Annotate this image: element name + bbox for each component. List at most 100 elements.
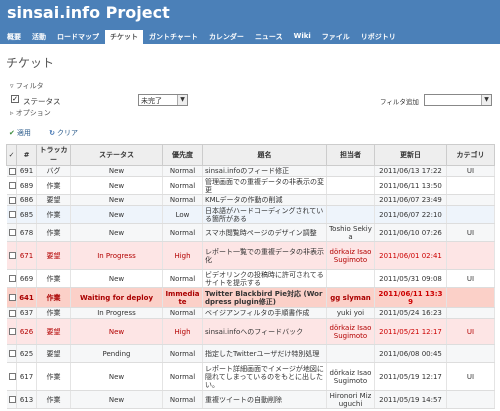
issue-id-link[interactable]: 689 xyxy=(16,176,37,195)
assignee-link[interactable] xyxy=(326,176,375,195)
menu-tab[interactable]: リポジトリ xyxy=(356,30,401,44)
issue-subject-link[interactable]: 重複ツイートの自動削除 xyxy=(202,390,327,409)
issue-subject-link[interactable]: 日本語がハードコーディングされている箇所がある xyxy=(202,205,327,224)
col-header-subject[interactable]: 題名 xyxy=(202,144,327,166)
row-checkbox-cell xyxy=(6,390,17,409)
apply-link[interactable]: ✔ 適用 xyxy=(9,129,39,137)
col-header-category[interactable]: カテゴリ xyxy=(446,144,495,166)
row-checkbox[interactable] xyxy=(8,350,16,357)
issue-subject-link[interactable]: sinsai.infoのフィード修正 xyxy=(202,165,327,177)
row-checkbox-cell xyxy=(6,165,17,177)
row-checkbox[interactable] xyxy=(8,294,16,301)
issue-id-link[interactable]: 625 xyxy=(16,344,37,363)
issue-id-link[interactable]: 671 xyxy=(16,241,37,270)
col-header-tracker[interactable]: トラッカー xyxy=(36,144,71,166)
col-header-id[interactable]: # xyxy=(16,144,37,166)
assignee-link[interactable] xyxy=(326,344,375,363)
row-checkbox[interactable] xyxy=(8,182,16,189)
table-row[interactable]: 625 要望 Pending Normal 指定したTwitterユーザだけ特別処理 20… xyxy=(6,344,495,363)
col-header-assignee[interactable]: 担当者 xyxy=(326,144,375,166)
table-row[interactable]: 641 作業 Waiting for deploy Immediate Twitter … xyxy=(6,287,495,308)
issue-subject-link[interactable]: ビデオリンクの投稿時に許可されてるサイトを提示する xyxy=(202,269,327,288)
row-checkbox[interactable] xyxy=(8,229,16,236)
assignee-link[interactable]: Toshio Sekiya xyxy=(326,223,375,242)
row-checkbox[interactable] xyxy=(8,373,16,380)
assignee-link[interactable]: dörkaiz Isao Sugimoto xyxy=(326,241,375,270)
menu-tab[interactable]: ニュース xyxy=(250,30,288,44)
issue-subject-link[interactable]: スマホ閲覧時ページのデザイン調整 xyxy=(202,223,327,242)
select-all-checkbox[interactable]: ✓ xyxy=(6,144,17,166)
filter-legend[interactable]: ▿ フィルタ xyxy=(10,81,494,91)
menu-tab[interactable]: ファイル xyxy=(317,30,355,44)
issue-id-link[interactable]: 617 xyxy=(16,362,37,391)
assignee-link[interactable] xyxy=(326,165,375,177)
issue-id-link[interactable]: 613 xyxy=(16,390,37,409)
issue-subject-link[interactable]: 指定したTwitterユーザだけ特別処理 xyxy=(202,344,327,363)
assignee-link[interactable] xyxy=(326,269,375,288)
issue-id-link[interactable]: 686 xyxy=(16,194,37,206)
row-checkbox[interactable] xyxy=(8,309,16,317)
issue-subject-link[interactable]: sinsai.infoへのフィードバック xyxy=(202,318,327,345)
assignee-link[interactable] xyxy=(326,194,375,206)
menu-tab[interactable]: Wiki xyxy=(289,30,316,44)
table-row[interactable]: 669 作業 New Normal ビデオリンクの投稿時に許可されてるサイトを提示する 2… xyxy=(6,269,495,288)
issue-id-link[interactable]: 669 xyxy=(16,269,37,288)
assignee-link[interactable]: dörkaiz Isao Sugimoto xyxy=(326,362,375,391)
col-header-updated[interactable]: 更新日 xyxy=(374,144,447,166)
issue-subject-link[interactable]: 管理画面での重複データの非表示の変更 xyxy=(202,176,327,195)
issue-id-link[interactable]: 641 xyxy=(16,287,37,308)
col-header-priority[interactable]: 優先度 xyxy=(162,144,203,166)
cell-tracker: 要望 xyxy=(36,241,71,270)
row-checkbox[interactable] xyxy=(8,211,16,218)
cell-priority: Normal xyxy=(162,223,203,242)
row-checkbox[interactable] xyxy=(8,396,16,403)
row-checkbox[interactable] xyxy=(8,328,16,335)
table-row[interactable]: 678 作業 New Normal スマホ閲覧時ページのデザイン調整 Toshio Sek… xyxy=(6,223,495,242)
assignee-link[interactable]: yuki yoi xyxy=(326,307,375,319)
issue-id-link[interactable]: 637 xyxy=(16,307,37,319)
issue-subject-link[interactable]: レポート一覧での重複データの非表示化 xyxy=(202,241,327,270)
menu-tab[interactable]: ロードマップ xyxy=(52,30,104,44)
table-row[interactable]: 686 要望 New Normal KMLデータの作動の削減 2011/06/07 23:… xyxy=(6,194,495,206)
row-checkbox[interactable] xyxy=(8,196,16,204)
table-row[interactable]: 671 要望 In Progress High レポート一覧での重複データの非表示化 dö… xyxy=(6,241,495,270)
issue-subject-link[interactable]: レポート詳細画面でイメージが地図に隠れてしまっているのをもとに出したい。 xyxy=(202,362,327,391)
row-checkbox-cell xyxy=(6,344,17,363)
table-row[interactable]: 617 作業 New Normal レポート詳細画面でイメージが地図に隠れてしまっている… xyxy=(6,362,495,391)
menu-tab[interactable]: 活動 xyxy=(27,30,51,44)
row-checkbox[interactable] xyxy=(8,275,16,282)
cell-priority: Normal xyxy=(162,176,203,195)
issue-id-link[interactable]: 678 xyxy=(16,223,37,242)
menu-tab[interactable]: チケット xyxy=(105,30,143,44)
assignee-link[interactable]: Hironori Mizuguchi xyxy=(326,390,375,409)
table-row[interactable]: 685 作業 New Low 日本語がハードコーディングされている箇所がある 2011/0… xyxy=(6,205,495,224)
clear-link[interactable]: ↻ クリア xyxy=(49,129,86,137)
row-checkbox[interactable] xyxy=(8,252,16,259)
issue-id-link[interactable]: 685 xyxy=(16,205,37,224)
assignee-link[interactable]: dörkaiz Isao Sugimoto xyxy=(326,318,375,345)
options-legend[interactable]: ▹ オプション xyxy=(10,108,494,118)
issue-subject-link[interactable]: Twitter Blackbird Pie対応 (Wordpress plugi… xyxy=(202,287,327,308)
col-header-status[interactable]: ステータス xyxy=(70,144,163,166)
cell-tracker: 要望 xyxy=(36,344,71,363)
table-row[interactable]: 637 作業 In Progress Normal ベイジアンフィルタの手順書作成 yuk… xyxy=(6,307,495,319)
assignee-link[interactable] xyxy=(326,205,375,224)
menu-tab[interactable]: カレンダー xyxy=(204,30,249,44)
status-filter-checkbox[interactable]: ✓ xyxy=(11,95,19,103)
issue-subject-link[interactable]: KMLデータの作動の削減 xyxy=(202,194,327,206)
table-row[interactable]: 689 作業 New Normal 管理画面での重複データの非表示の変更 2011/06/… xyxy=(6,176,495,195)
table-row[interactable]: 613 作業 New Normal 重複ツイートの自動削除 Hironori Mizugu… xyxy=(6,390,495,409)
expand-arrow-icon: ▹ xyxy=(10,109,14,117)
menu-tab[interactable]: 概要 xyxy=(2,30,26,44)
status-operator-select[interactable]: 未完了 ▼ xyxy=(138,94,188,106)
table-row[interactable]: 691 バグ New Normal sinsai.infoのフィード修正 2011/06/… xyxy=(6,165,495,177)
issue-subject-link[interactable]: ベイジアンフィルタの手順書作成 xyxy=(202,307,327,319)
issue-id-link[interactable]: 691 xyxy=(16,165,37,177)
issue-id-link[interactable]: 626 xyxy=(16,318,37,345)
assignee-link[interactable]: gg slyman xyxy=(326,287,375,308)
row-checkbox[interactable] xyxy=(8,167,16,175)
cell-updated: 2011/06/10 07:26 xyxy=(374,223,447,242)
add-filter-select[interactable]: ▼ xyxy=(424,94,492,106)
menu-tab[interactable]: ガントチャート xyxy=(144,30,203,44)
table-row[interactable]: 626 要望 New High sinsai.infoへのフィードバック dörkaiz … xyxy=(6,318,495,345)
